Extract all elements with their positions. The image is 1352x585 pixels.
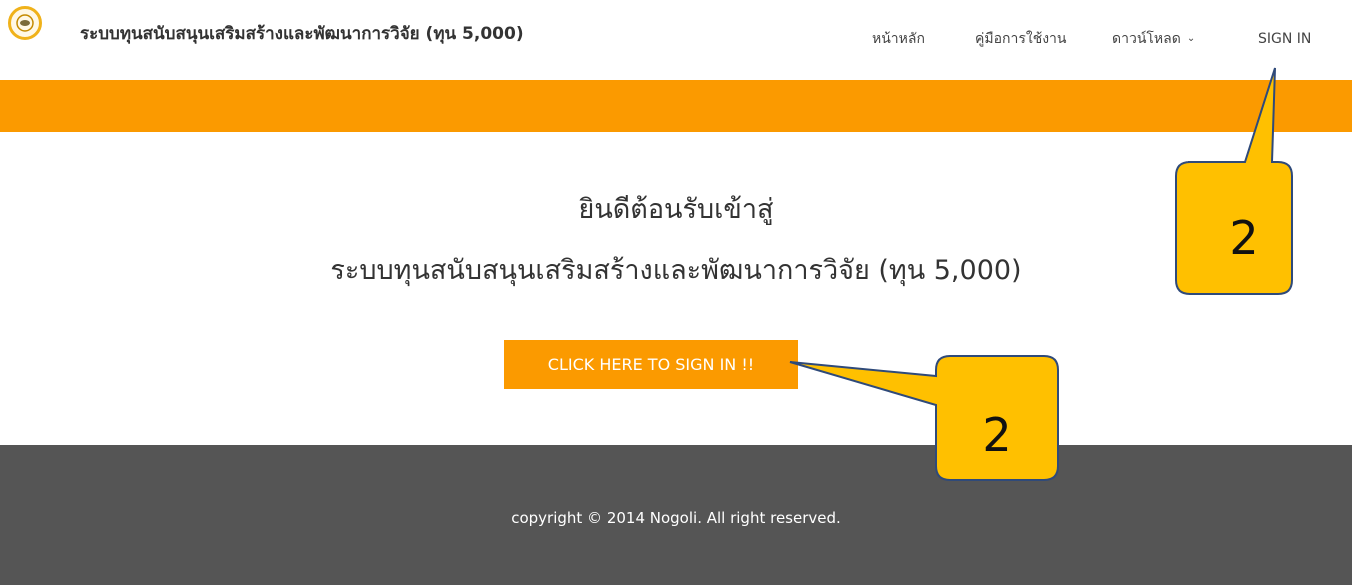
nav-download-dropdown[interactable]: ดาวน์โหลด ⌄: [1112, 30, 1195, 48]
callout-number-signin: 2: [1229, 211, 1259, 265]
logo-emblem: [16, 14, 34, 32]
system-title-heading: ระบบทุนสนับสนุนเสริมสร้างและพัฒนาการวิจั…: [330, 255, 1022, 286]
nav-manual-link[interactable]: คู่มือการใช้งาน: [975, 30, 1066, 48]
nav-download-label: ดาวน์โหลด: [1112, 31, 1181, 47]
brand-title[interactable]: ระบบทุนสนับสนุนเสริมสร้างและพัฒนาการวิจั…: [80, 24, 524, 44]
welcome-heading: ยินดีต้อนรับเข้าสู่: [578, 194, 774, 225]
top-navbar: ระบบทุนสนับสนุนเสริมสร้างและพัฒนาการวิจั…: [0, 0, 1352, 80]
sign-in-cta-button[interactable]: CLICK HERE TO SIGN IN !!: [504, 340, 798, 389]
hero-banner-bar: [0, 80, 1352, 132]
copyright-text: copyright © 2014 Nogoli. All right reser…: [511, 509, 841, 527]
chevron-down-icon: ⌄: [1186, 33, 1196, 44]
nav-home-link[interactable]: หน้าหลัก: [872, 30, 925, 48]
university-logo-icon[interactable]: [8, 6, 42, 40]
nav-signin-link[interactable]: SIGN IN: [1258, 30, 1311, 48]
callout-number-cta: 2: [982, 408, 1012, 462]
